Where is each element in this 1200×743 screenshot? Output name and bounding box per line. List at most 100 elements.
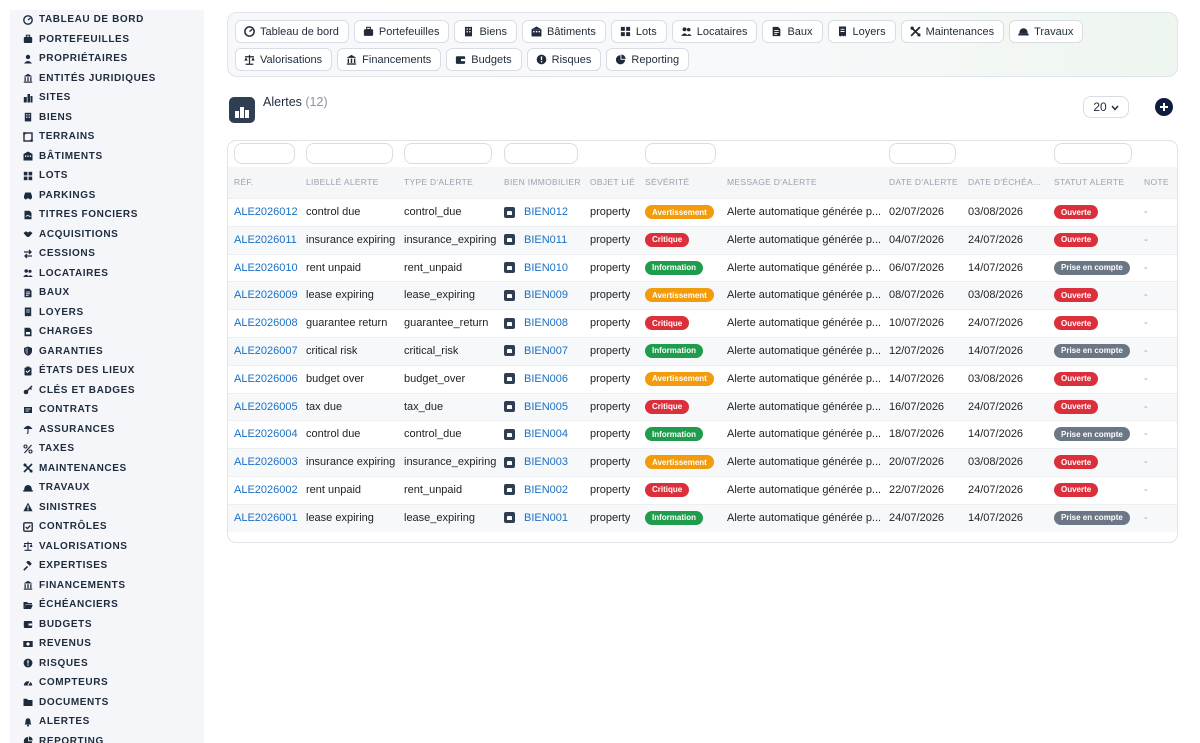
property-link[interactable]: BIEN009 <box>504 289 568 301</box>
sidebar-item-key[interactable]: CLÉS ET BADGES <box>10 381 204 401</box>
sidebar-item-chart-pie[interactable]: REPORTING <box>10 732 204 743</box>
sidebar-item-file-signature[interactable]: TITRES FONCIERS <box>10 205 204 225</box>
sidebar-item-user[interactable]: PROPRIÉTAIRES <box>10 49 204 69</box>
table-row[interactable]: ALE2026003 insurance expiring insurance_ex… <box>228 448 1177 476</box>
table-row[interactable]: ALE2026009 lease expiring lease_expiring BI… <box>228 281 1177 310</box>
sidebar-item-land[interactable]: TERRAINS <box>10 127 204 147</box>
tab-grid[interactable]: Lots <box>610 20 667 43</box>
per-page-select[interactable]: 20 <box>1083 96 1129 118</box>
table-row[interactable]: ALE2026007 critical risk critical_risk BIEN… <box>228 336 1177 365</box>
property-link[interactable]: BIEN002 <box>504 484 568 496</box>
sidebar-item-umbrella[interactable]: ASSURANCES <box>10 420 204 440</box>
tab-file-contract[interactable]: Baux <box>762 20 823 43</box>
property-link[interactable]: BIEN012 <box>504 206 568 218</box>
sidebar-item-contract[interactable]: CONTRATS <box>10 400 204 420</box>
tab-tools[interactable]: Maintenances <box>900 20 1005 43</box>
table-row[interactable]: ALE2026004 control due control_due BIEN004 p… <box>228 420 1177 448</box>
add-alert-button[interactable] <box>1155 98 1173 116</box>
property-link[interactable]: BIEN006 <box>504 373 568 385</box>
sidebar-item-users[interactable]: LOCATAIRES <box>10 264 204 284</box>
column-header[interactable]: BIEN IMMOBILIER <box>504 177 581 187</box>
column-header[interactable]: RÉF. <box>234 177 254 187</box>
tab-briefcase[interactable]: Portefeuilles <box>353 20 450 43</box>
column-header[interactable]: OBJET LIÉ <box>590 177 635 187</box>
alert-ref-link[interactable]: ALE2026006 <box>234 373 298 385</box>
sidebar-item-file-invoice[interactable]: CHARGES <box>10 322 204 342</box>
table-row[interactable]: ALE2026012 control due control_due BIEN012 p… <box>228 198 1177 226</box>
sidebar-item-percent[interactable]: TAXES <box>10 439 204 459</box>
tab-buildings[interactable]: Bâtiments <box>521 20 606 43</box>
sidebar-item-wallet[interactable]: BUDGETS <box>10 615 204 635</box>
column-header[interactable]: MESSAGE D'ALERTE <box>727 177 817 187</box>
table-row[interactable]: ALE2026006 budget over budget_over BIEN006 p… <box>228 364 1177 393</box>
sidebar-item-buildings[interactable]: BÂTIMENTS <box>10 147 204 167</box>
sidebar-item-handshake[interactable]: ACQUISITIONS <box>10 225 204 245</box>
alert-ref-link[interactable]: ALE2026011 <box>234 234 297 246</box>
alert-ref-link[interactable]: ALE2026007 <box>234 345 298 357</box>
property-link[interactable]: BIEN001 <box>504 512 568 524</box>
table-row[interactable]: ALE2026008 guarantee return guarantee_retu… <box>228 309 1177 337</box>
column-header[interactable]: DATE D'ALERTE <box>889 177 958 187</box>
sidebar-item-city[interactable]: SITES <box>10 88 204 108</box>
sidebar-item-gauge[interactable]: COMPTEURS <box>10 673 204 693</box>
table-row[interactable]: ALE2026005 tax due tax_due BIEN005 property C… <box>228 392 1177 421</box>
table-row[interactable]: ALE2026011 insurance expiring insurance_ex… <box>228 225 1177 254</box>
sidebar-item-alert-circle[interactable]: RISQUES <box>10 654 204 674</box>
property-link[interactable]: BIEN004 <box>504 428 568 440</box>
alert-ref-link[interactable]: ALE2026008 <box>234 317 298 329</box>
sidebar-item-dashboard[interactable]: TABLEAU DE BORD <box>10 10 204 30</box>
alert-ref-link[interactable]: ALE2026002 <box>234 484 298 496</box>
column-header[interactable]: LIBELLÉ ALERTE <box>306 177 379 187</box>
column-header[interactable]: STATUT ALERTE <box>1054 177 1124 187</box>
property-link[interactable]: BIEN007 <box>504 345 568 357</box>
sidebar-item-file-contract[interactable]: BAUX <box>10 283 204 303</box>
column-header[interactable]: TYPE D'ALERTE <box>404 177 473 187</box>
alert-ref-link[interactable]: ALE2026004 <box>234 428 298 440</box>
alert-ref-link[interactable]: ALE2026005 <box>234 401 298 413</box>
alert-ref-link[interactable]: ALE2026012 <box>234 206 298 218</box>
sidebar-item-tools[interactable]: MAINTENANCES <box>10 459 204 479</box>
property-link[interactable]: BIEN011 <box>504 234 567 246</box>
column-header[interactable]: SÉVÉRITÉ <box>645 177 689 187</box>
table-row[interactable]: ALE2026002 rent unpaid rent_unpaid BIEN002 p… <box>228 475 1177 504</box>
filter-status-input[interactable] <box>1054 143 1132 164</box>
property-link[interactable]: BIEN008 <box>504 317 568 329</box>
filter-ref-input[interactable] <box>234 143 295 164</box>
filter-bien-input[interactable] <box>504 143 578 164</box>
sidebar-item-shield[interactable]: GARANTIES <box>10 342 204 362</box>
property-link[interactable]: BIEN010 <box>504 262 568 274</box>
sidebar-item-warning[interactable]: SINISTRES <box>10 498 204 518</box>
sidebar-item-building[interactable]: BIENS <box>10 108 204 128</box>
tab-users[interactable]: Locataires <box>671 20 758 43</box>
tab-building[interactable]: Biens <box>454 20 517 43</box>
sidebar-item-exchange[interactable]: CESSIONS <box>10 244 204 264</box>
sidebar-item-folder-open[interactable]: ÉCHÉANCIERS <box>10 595 204 615</box>
filter-date-input[interactable] <box>889 143 956 164</box>
sidebar-item-gavel[interactable]: EXPERTISES <box>10 556 204 576</box>
tab-balance-scale[interactable]: Valorisations <box>235 48 333 71</box>
filter-type-input[interactable] <box>404 143 492 164</box>
sidebar-item-folder[interactable]: DOCUMENTS <box>10 693 204 713</box>
table-row[interactable]: ALE2026010 rent unpaid rent_unpaid BIEN010 p… <box>228 253 1177 282</box>
tab-dashboard[interactable]: Tableau de bord <box>235 20 349 43</box>
sidebar-item-building-columns[interactable]: ENTITÉS JURIDIQUES <box>10 69 204 89</box>
tab-wallet[interactable]: Budgets <box>446 48 522 71</box>
column-header[interactable]: NOTE <box>1144 177 1169 187</box>
sidebar-item-hard-hat[interactable]: TRAVAUX <box>10 478 204 498</box>
alert-ref-link[interactable]: ALE2026001 <box>234 512 298 524</box>
sidebar-item-clipboard[interactable]: ÉTATS DES LIEUX <box>10 361 204 381</box>
alert-ref-link[interactable]: ALE2026010 <box>234 262 298 274</box>
alert-ref-link[interactable]: ALE2026009 <box>234 289 298 301</box>
sidebar-item-briefcase[interactable]: PORTEFEUILLES <box>10 30 204 50</box>
sidebar-item-balance-scale[interactable]: VALORISATIONS <box>10 537 204 557</box>
tab-hard-hat[interactable]: Travaux <box>1009 20 1084 43</box>
sidebar-item-car[interactable]: PARKINGS <box>10 186 204 206</box>
alert-ref-link[interactable]: ALE2026003 <box>234 456 298 468</box>
property-link[interactable]: BIEN003 <box>504 456 568 468</box>
filter-severity-input[interactable] <box>645 143 716 164</box>
filter-label-input[interactable] <box>306 143 393 164</box>
tab-alert-circle[interactable]: Risques <box>526 48 602 71</box>
sidebar-item-check-square[interactable]: CONTRÔLES <box>10 517 204 537</box>
column-header[interactable]: DATE D'ÉCHÉA... <box>968 177 1041 187</box>
sidebar-item-bell[interactable]: ALERTES <box>10 712 204 732</box>
